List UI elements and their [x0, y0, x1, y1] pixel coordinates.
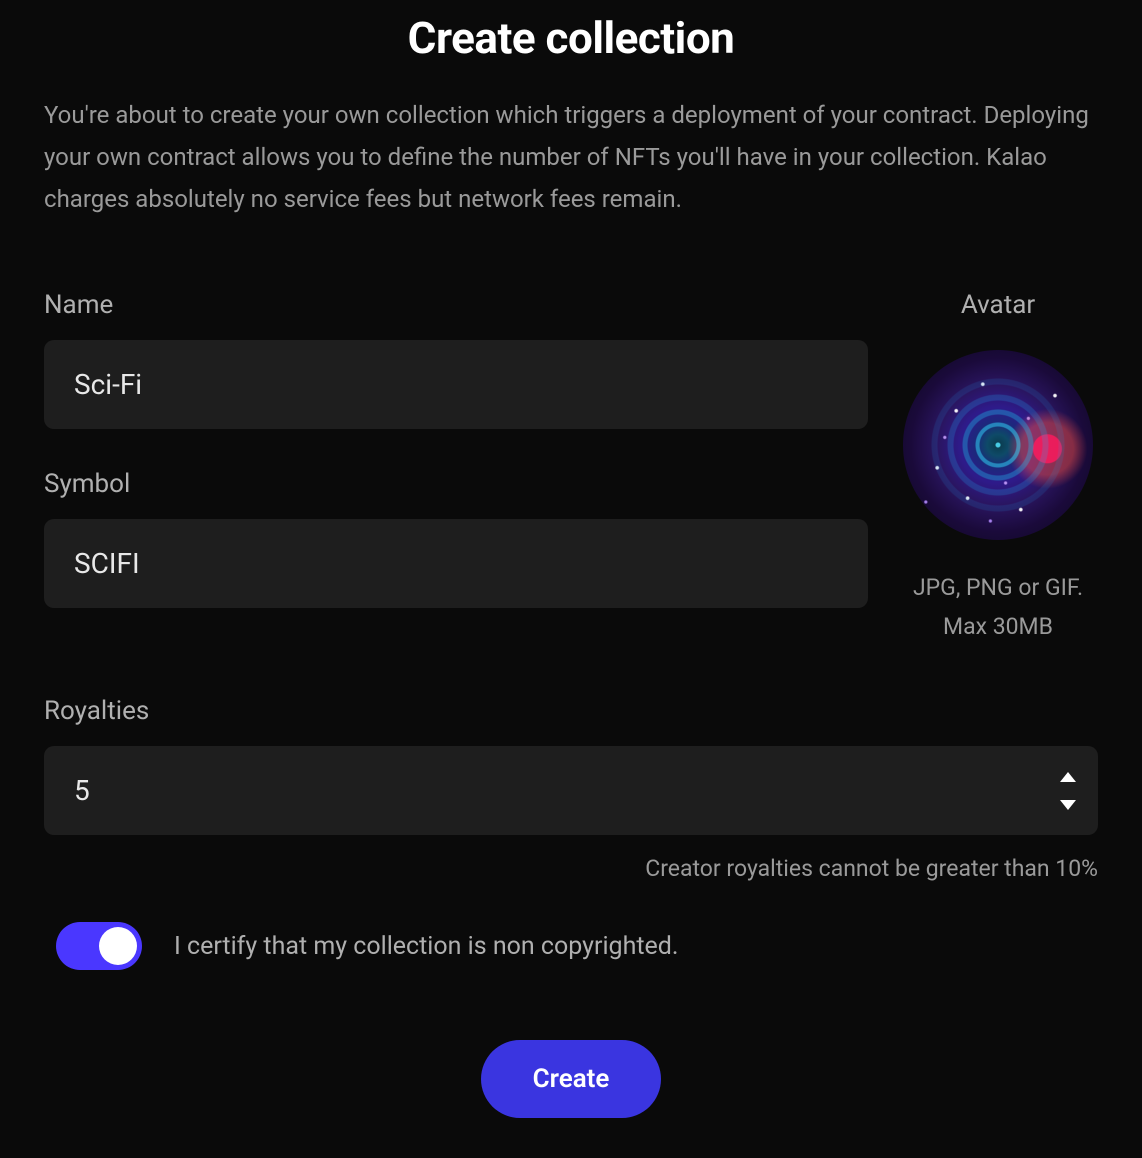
royalties-input[interactable]	[44, 746, 1098, 835]
royalties-field-group: Royalties Creator royalties cannot be gr…	[44, 696, 1098, 882]
toggle-knob	[99, 927, 137, 965]
page-title: Create collection	[44, 0, 1098, 94]
royalties-stepper[interactable]	[44, 746, 1098, 835]
symbol-label: Symbol	[44, 469, 868, 499]
symbol-input[interactable]	[44, 519, 868, 608]
symbol-field-group: Symbol	[44, 469, 868, 608]
chevron-up-icon	[1060, 772, 1076, 782]
intro-text: You're about to create your own collecti…	[44, 94, 1098, 220]
royalties-hint: Creator royalties cannot be greater than…	[44, 855, 1098, 882]
chevron-down-icon	[1060, 800, 1076, 810]
royalties-label: Royalties	[44, 696, 1098, 726]
certify-label: I certify that my collection is non copy…	[174, 932, 678, 961]
certify-toggle[interactable]	[56, 922, 142, 970]
avatar-upload[interactable]	[903, 350, 1093, 540]
create-button[interactable]: Create	[481, 1040, 662, 1118]
royalties-decrement-button[interactable]	[1058, 798, 1078, 812]
avatar-label: Avatar	[961, 290, 1035, 320]
avatar-hint: JPG, PNG or GIF. Max 30MB	[913, 568, 1083, 646]
name-input[interactable]	[44, 340, 868, 429]
royalties-increment-button[interactable]	[1058, 770, 1078, 784]
name-field-group: Name	[44, 290, 868, 429]
name-label: Name	[44, 290, 868, 320]
